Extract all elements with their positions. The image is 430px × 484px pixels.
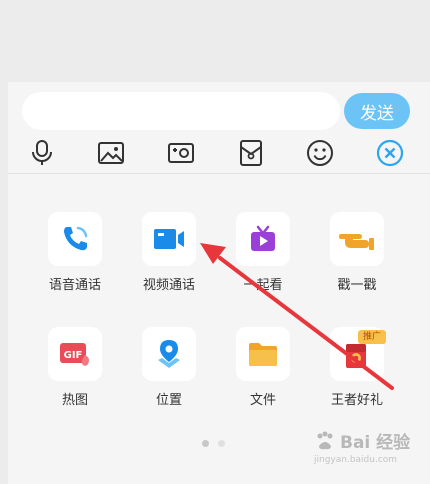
tile-voice-call-box [48,212,102,266]
camera-button[interactable] [166,138,196,168]
page-dot[interactable] [218,440,225,447]
microphone-icon [32,140,52,165]
tile-video-call[interactable]: 视频通话 [124,212,214,322]
tile-label: 一起看 [243,278,283,293]
photo-icon [98,142,124,164]
phone-icon [64,226,88,251]
tile-hot-image-box: GIF [48,327,102,381]
red-packet-button[interactable] [236,138,266,168]
tile-label: 热图 [61,393,88,408]
photo-button[interactable] [96,138,126,168]
tile-label: 文件 [249,393,276,408]
emoji-button[interactable] [305,138,335,168]
emoji-icon [307,140,333,166]
tile-label: 视频通话 [142,278,195,293]
promo-badge: 推广 [358,330,386,344]
tile-watch-together[interactable]: 一起看 [218,212,308,322]
tile-king-gift[interactable]: 推广 王者好礼 [312,327,402,437]
tile-video-call-box [142,212,196,266]
send-button[interactable]: 发送 [344,93,410,129]
tile-voice-call[interactable]: 语音通话 [30,212,120,322]
red-packet-icon [240,140,262,166]
page-dot-active[interactable] [202,440,209,447]
folder-icon [249,343,277,366]
poke-hand-icon [339,234,374,250]
tile-label: 位置 [155,393,182,408]
tv-icon [251,225,275,251]
watermark-subtext: jingyan.baidu.com [314,455,398,465]
close-icon [376,139,404,167]
tile-file[interactable]: 文件 [218,327,308,437]
baidu-paw-icon [317,431,333,449]
tile-poke[interactable]: 戳一戳 [312,212,402,322]
tile-hot-image[interactable]: GIF 热图 [30,327,120,437]
tile-file-box [236,327,290,381]
chat-background [0,0,430,82]
location-pin-icon [158,340,180,368]
tile-watch-together-box [236,212,290,266]
tile-label: 戳一戳 [337,278,377,293]
tile-label: 语音通话 [48,278,101,293]
gif-icon: GIF [60,343,89,366]
tile-location-box [142,327,196,381]
tile-poke-box [330,212,384,266]
svg-text:GIF: GIF [64,350,83,361]
video-camera-icon [154,229,184,249]
camera-icon [168,143,194,163]
watermark-text: Bai 经验 [340,433,411,453]
tile-label: 王者好礼 [330,393,383,408]
watermark: Bai 经验 jingyan.baidu.com [314,428,424,478]
tile-location[interactable]: 位置 [124,327,214,437]
toolbar-divider [8,173,430,174]
close-panel-button[interactable] [375,138,405,168]
message-input[interactable] [22,92,340,130]
voice-button[interactable] [27,138,57,168]
